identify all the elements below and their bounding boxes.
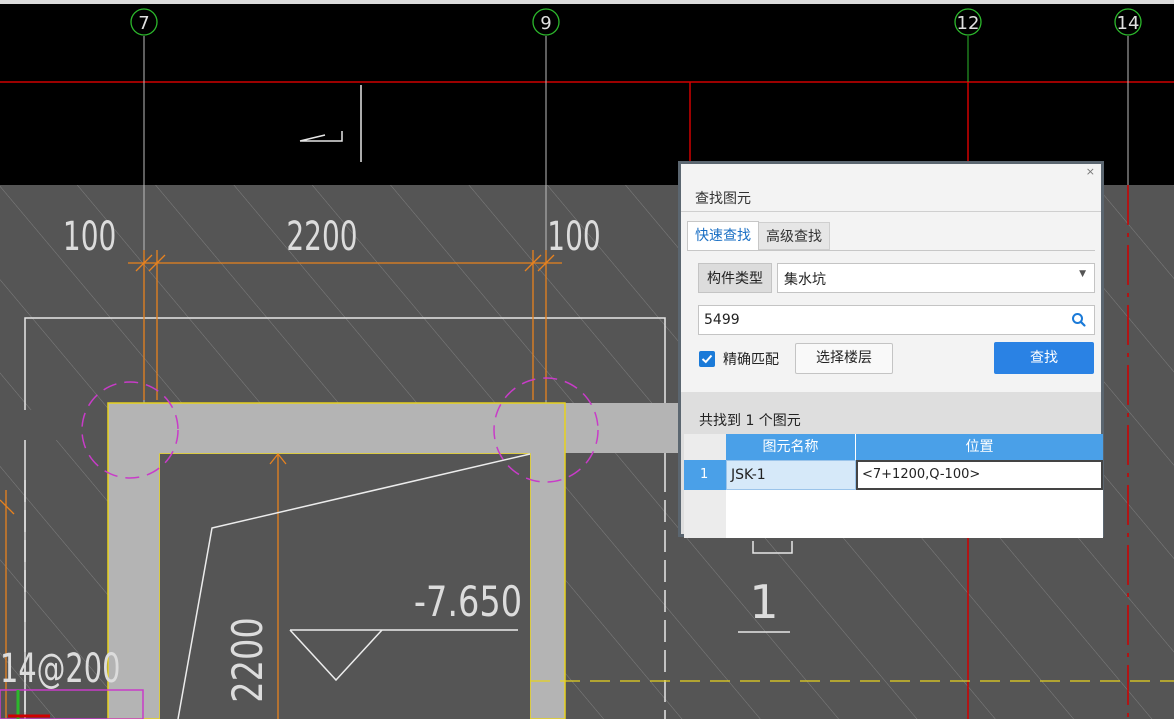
results-table: 图元名称 位置 1 JSK-1 <7+1200,Q-100> [684,434,1103,538]
table-cell-name[interactable]: JSK-1 [726,460,856,490]
dim-left-text: 100 [63,214,116,260]
search-icon[interactable] [1070,311,1088,329]
component-type-value: 集水坑 [784,272,826,288]
column-header-name[interactable]: 图元名称 [726,434,856,460]
tab-quick-find[interactable]: 快速查找 [687,221,759,250]
component-type-select[interactable]: 集水坑 ▼ [777,263,1095,293]
search-box [698,305,1095,335]
axis-label-12: 12 [957,13,980,34]
axis-label-14: 14 [1117,13,1140,34]
tab-bar: 快速查找 高级查找 [687,221,830,251]
tab-advanced-find[interactable]: 高级查找 [759,222,830,250]
select-floor-button[interactable]: 选择楼层 [795,343,893,374]
find-element-dialog: × 查找图元 快速查找 高级查找 构件类型 集水坑 ▼ 精确匹配 选择楼层 查找… [678,161,1104,538]
dim-mid-text: 2200 [286,214,357,260]
exact-match-checkbox[interactable] [699,351,715,367]
column-header-position[interactable]: 位置 [856,434,1103,460]
axis-label-9: 9 [540,13,551,34]
find-button[interactable]: 查找 [994,342,1094,374]
section-mark-text: 1 [749,575,778,629]
search-input[interactable] [704,310,1044,330]
close-icon[interactable]: × [1086,166,1095,178]
title-divider [681,211,1101,212]
results-panel: 共找到 1 个图元 图元名称 位置 1 JSK-1 <7+1200,Q-100> [681,392,1103,538]
dim-right-text: 100 [547,214,600,260]
checkmark-icon [701,354,713,364]
exact-match-label: 精确匹配 [723,352,779,368]
component-type-label: 构件类型 [698,263,772,293]
rebar-label-text: 14@200 [0,646,120,692]
elevation-text: -7.650 [414,577,522,626]
row-number[interactable]: 1 [684,460,726,490]
result-summary: 共找到 1 个图元 [699,413,801,429]
axis-label-7: 7 [138,13,149,34]
dialog-title: 查找图元 [695,191,751,207]
dim-vertical-text: 2200 [223,617,272,702]
quick-find-pane: 构件类型 集水坑 ▼ 精确匹配 选择楼层 查找 [687,250,1095,379]
chevron-down-icon: ▼ [1079,269,1086,279]
table-cell-position[interactable]: <7+1200,Q-100> [856,460,1103,490]
